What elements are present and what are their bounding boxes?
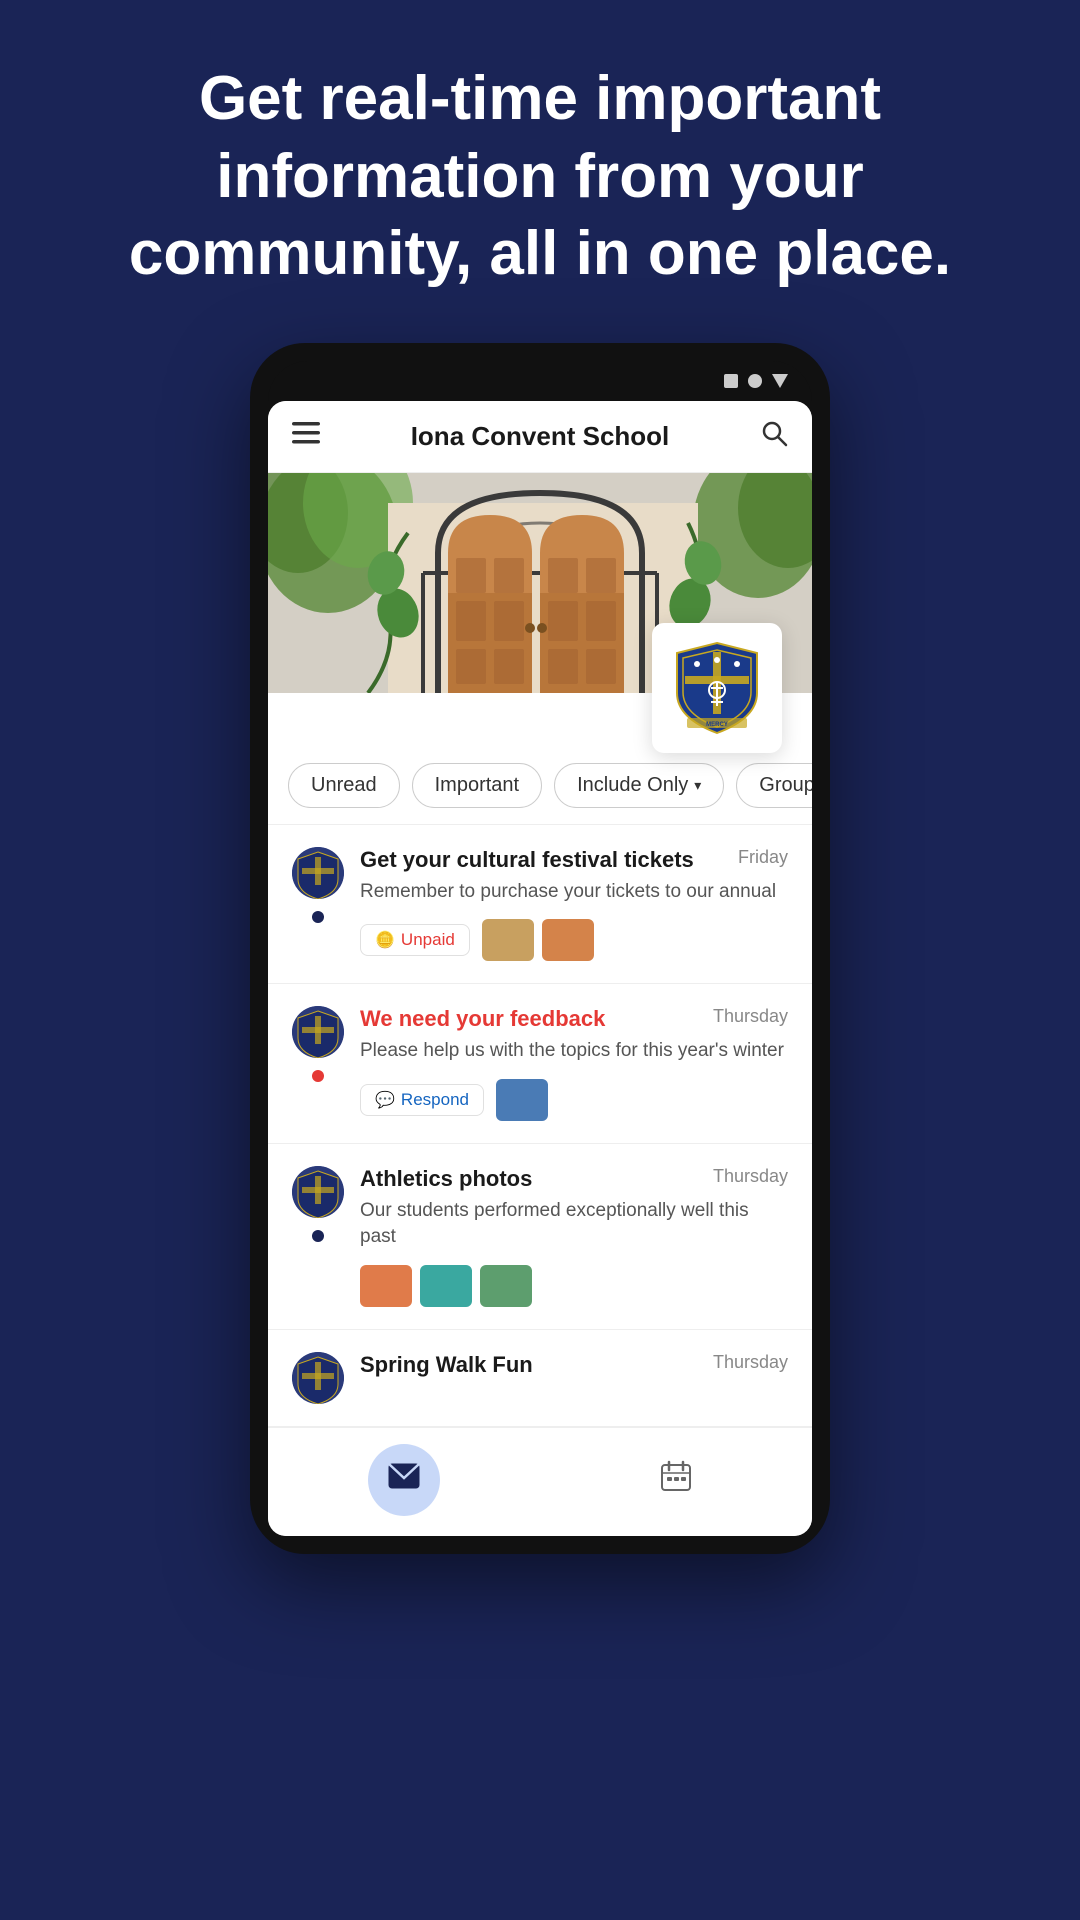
filter-include-only[interactable]: Include Only ▾ <box>554 763 724 808</box>
unread-indicator <box>312 1230 324 1242</box>
app-title: Iona Convent School <box>411 421 670 452</box>
avatar <box>292 1006 344 1058</box>
banner-container: MERCY <box>268 473 812 693</box>
status-icon-square <box>724 374 738 388</box>
feed-item-title-1: Get your cultural festival tickets <box>360 847 738 873</box>
feed-item-left-2 <box>292 1006 344 1121</box>
search-icon[interactable] <box>760 419 788 454</box>
feed-item-title-4: Spring Walk Fun <box>360 1352 713 1378</box>
school-logo-card: MERCY <box>652 623 782 753</box>
feed-item-title-3: Athletics photos <box>360 1166 713 1192</box>
feed-item-content-2: We need your feedback Thursday Please he… <box>360 1006 788 1121</box>
thumbnail-5 <box>420 1265 472 1307</box>
feed-item-preview-2: Please help us with the topics for this … <box>360 1038 788 1065</box>
bottom-nav <box>268 1427 812 1536</box>
thumbnail-6 <box>480 1265 532 1307</box>
filter-groups[interactable]: Groups <box>736 763 812 808</box>
thumbnail-strip-3 <box>360 1265 532 1307</box>
filter-important[interactable]: Important <box>412 763 542 808</box>
respond-icon: 💬 <box>375 1090 395 1110</box>
calendar-icon <box>660 1460 692 1500</box>
feed-item-content-1: Get your cultural festival tickets Frida… <box>360 847 788 962</box>
feed-item-date-1: Friday <box>738 847 788 868</box>
svg-text:MERCY: MERCY <box>706 722 728 728</box>
feed-item-title-2: We need your feedback <box>360 1006 713 1032</box>
feed-item-date-2: Thursday <box>713 1006 788 1027</box>
unread-indicator <box>312 911 324 923</box>
avatar <box>292 1166 344 1218</box>
app-header: Iona Convent School <box>268 401 812 473</box>
feed-item-header-3: Athletics photos Thursday <box>360 1166 788 1192</box>
feed-item-left-3 <box>292 1166 344 1307</box>
thumbnail-1 <box>482 919 534 961</box>
feed-item-left-4 <box>292 1352 344 1404</box>
status-icon-circle <box>748 374 762 388</box>
feed-item-header-4: Spring Walk Fun Thursday <box>360 1352 788 1378</box>
feed-item[interactable]: Get your cultural festival tickets Frida… <box>268 825 812 985</box>
feed-item-tags-1: 🪙 Unpaid <box>360 919 788 961</box>
feed-item[interactable]: We need your feedback Thursday Please he… <box>268 984 812 1144</box>
feed-item-header-2: We need your feedback Thursday <box>360 1006 788 1032</box>
tag-unpaid[interactable]: 🪙 Unpaid <box>360 924 470 956</box>
feed-item-content-4: Spring Walk Fun Thursday <box>360 1352 788 1404</box>
feed-item-date-3: Thursday <box>713 1166 788 1187</box>
unread-indicator <box>312 1070 324 1082</box>
feed-item[interactable]: Athletics photos Thursday Our students p… <box>268 1144 812 1330</box>
chevron-down-icon: ▾ <box>694 777 701 794</box>
hamburger-menu-icon[interactable] <box>292 422 320 450</box>
feed-item-preview-3: Our students performed exceptionally wel… <box>360 1198 788 1251</box>
phone-frame: Iona Convent School <box>250 343 830 1554</box>
feed-item-content-3: Athletics photos Thursday Our students p… <box>360 1166 788 1307</box>
feed-item-left-1 <box>292 847 344 962</box>
avatar <box>292 847 344 899</box>
tag-respond[interactable]: 💬 Respond <box>360 1084 484 1116</box>
status-icon-triangle <box>772 374 788 388</box>
thumbnail-strip-2 <box>496 1079 548 1121</box>
thumbnail-3 <box>496 1079 548 1121</box>
feed-item-tags-2: 💬 Respond <box>360 1079 788 1121</box>
credit-card-icon: 🪙 <box>375 930 395 950</box>
feed-item-tags-3 <box>360 1265 788 1307</box>
hero-text: Get real-time important information from… <box>0 0 1080 343</box>
feed-item-header-1: Get your cultural festival tickets Frida… <box>360 847 788 873</box>
phone-screen: Iona Convent School <box>268 401 812 1536</box>
thumbnail-2 <box>542 919 594 961</box>
feed: Get your cultural festival tickets Frida… <box>268 825 812 1427</box>
mail-icon <box>388 1463 420 1497</box>
thumbnail-strip-1 <box>482 919 594 961</box>
thumbnail-4 <box>360 1265 412 1307</box>
feed-item[interactable]: Spring Walk Fun Thursday <box>268 1330 812 1427</box>
status-bar <box>268 361 812 401</box>
avatar <box>292 1352 344 1404</box>
feed-item-preview-1: Remember to purchase your tickets to our… <box>360 879 788 906</box>
nav-calendar-button[interactable] <box>640 1444 712 1516</box>
filter-unread[interactable]: Unread <box>288 763 400 808</box>
feed-item-date-4: Thursday <box>713 1352 788 1373</box>
nav-mail-button[interactable] <box>368 1444 440 1516</box>
